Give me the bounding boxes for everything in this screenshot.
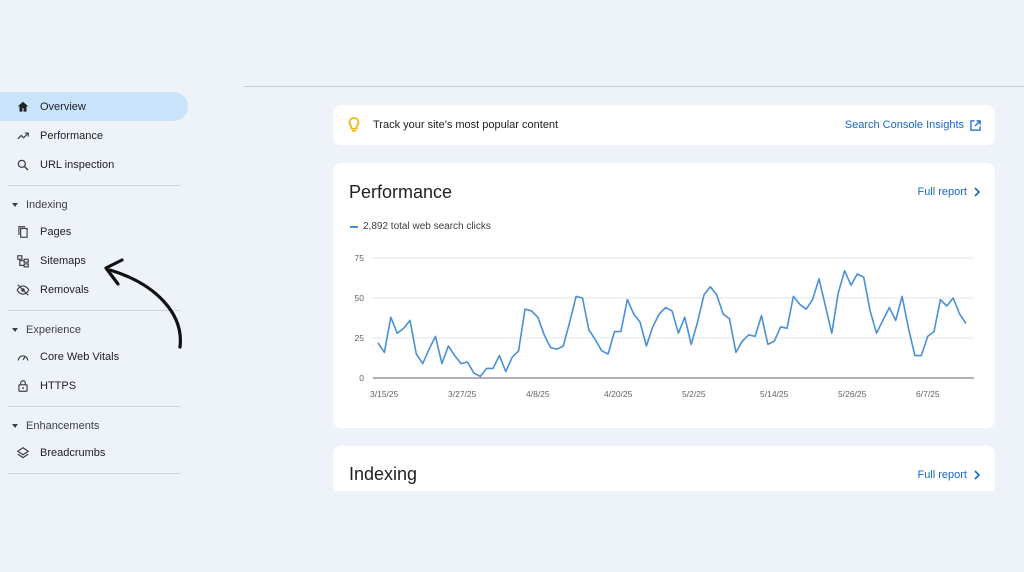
top-divider (244, 86, 1024, 87)
sidebar-item-label: Pages (40, 225, 72, 238)
lock-icon (16, 379, 30, 393)
x-tick-label: 4/20/25 (604, 389, 633, 399)
chevron-right-icon (974, 187, 981, 197)
search-console-insights-link[interactable]: Search Console Insights (845, 119, 981, 131)
indexing-title: Indexing (349, 464, 418, 484)
legend-label: 2,892 total web search clicks (363, 221, 491, 232)
sidebar-item-breadcrumbs[interactable]: Breadcrumbs (0, 438, 190, 467)
sidebar-item-pages[interactable]: Pages (0, 217, 190, 246)
gauge-icon (16, 350, 30, 364)
y-tick-label: 50 (355, 293, 365, 303)
pages-icon (16, 225, 30, 239)
x-tick-label: 6/7/25 (916, 389, 940, 399)
caret-down-icon (12, 202, 18, 207)
x-tick-label: 5/2/25 (682, 389, 706, 399)
annotation-arrow-icon (104, 258, 182, 349)
performance-full-report-link[interactable]: Full report (917, 186, 981, 198)
external-link-icon (970, 119, 981, 131)
sidebar-item-performance[interactable]: Performance (0, 121, 190, 150)
sidebar-divider (8, 473, 180, 474)
insights-message: Track your site's most popular content (373, 119, 559, 131)
sidebar-divider (8, 406, 180, 407)
sidebar-item-label: HTTPS (40, 379, 77, 392)
indexing-card: Indexing Full report (333, 446, 995, 491)
y-tick-label: 25 (355, 333, 365, 343)
sidebar-item-overview[interactable]: Overview (0, 92, 188, 121)
home-icon (16, 100, 30, 114)
x-tick-label: 5/26/25 (838, 389, 867, 399)
x-tick-label: 4/8/25 (526, 389, 550, 399)
sidebar-item-label: Core Web Vitals (40, 350, 120, 363)
lightbulb-icon (348, 117, 360, 132)
search-icon (16, 158, 30, 172)
trending-icon (16, 129, 30, 143)
full-report-label: Full report (917, 469, 967, 481)
section-title: Experience (26, 323, 82, 336)
insights-card: Track your site's most popular content S… (333, 105, 995, 145)
series-line-clicks (377, 269, 967, 378)
caret-down-icon (12, 423, 18, 428)
indexing-full-report-link[interactable]: Full report (917, 469, 981, 481)
sitemap-icon (16, 254, 30, 268)
full-report-label: Full report (917, 186, 967, 198)
insights-link-label: Search Console Insights (844, 119, 964, 131)
legend-swatch (350, 225, 358, 228)
section-title: Indexing (26, 198, 68, 211)
sidebar-item-label: Performance (40, 129, 103, 142)
section-enhancements[interactable]: Enhancements (0, 413, 190, 438)
sidebar-item-label: Removals (40, 283, 89, 296)
sidebar-item-https[interactable]: HTTPS (0, 371, 190, 400)
layers-icon (16, 446, 30, 460)
caret-down-icon (12, 327, 18, 332)
y-tick-label: 0 (359, 373, 364, 383)
y-tick-label: 75 (355, 253, 365, 263)
x-tick-label: 3/27/25 (448, 389, 477, 399)
sidebar-item-label: Breadcrumbs (40, 446, 106, 459)
chart-legend[interactable]: 2,892 total web search clicks (350, 221, 491, 232)
section-indexing[interactable]: Indexing (0, 192, 190, 217)
sidebar-item-label: Sitemaps (40, 254, 86, 267)
chevron-right-icon (974, 470, 981, 480)
performance-card: Performance Full report 2,892 total web … (333, 163, 995, 428)
performance-title: Performance (349, 182, 453, 202)
performance-chart[interactable]: 0 25 50 75 3/15/25 3/27/25 4/8/25 4/20/25 5/2/25… (333, 243, 995, 403)
sidebar-item-label: Overview (40, 100, 86, 113)
x-tick-label: 3/15/25 (370, 389, 399, 399)
eye-off-icon (16, 283, 30, 297)
sidebar-item-label: URL inspection (40, 158, 115, 171)
section-title: Enhancements (26, 419, 100, 432)
sidebar-divider (8, 185, 180, 186)
sidebar-item-url-inspection[interactable]: URL inspection (0, 150, 190, 179)
x-tick-label: 5/14/25 (760, 389, 789, 399)
